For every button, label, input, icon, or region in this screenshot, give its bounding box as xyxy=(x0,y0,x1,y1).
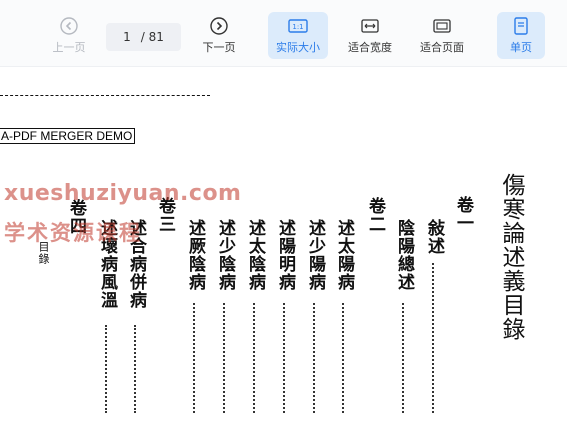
toc-entry: 陰陽總述 xyxy=(394,219,414,291)
total-pages: / 81 xyxy=(140,30,164,44)
watermark-text: 学术资源课程 xyxy=(4,221,142,245)
toc-entry: 敍述 xyxy=(424,219,444,255)
leader-dots xyxy=(313,303,315,413)
next-page-label: 下一页 xyxy=(202,41,236,54)
next-page-button[interactable]: 下一页 xyxy=(196,12,242,59)
toc-volume-2: 卷二 xyxy=(365,197,385,233)
toc-entry: 述太陰病 xyxy=(245,219,265,291)
leader-dots xyxy=(193,303,195,413)
prev-page-button[interactable]: 上一页 xyxy=(46,12,92,59)
actual-size-button[interactable]: 1:1 实际大小 xyxy=(268,12,328,59)
current-page-number[interactable]: 1 xyxy=(123,30,131,44)
leader-dots xyxy=(402,303,404,413)
leader-dots xyxy=(283,303,285,413)
prev-page-label: 上一页 xyxy=(52,41,86,54)
toc-entry: 述少陽病 xyxy=(305,219,325,291)
page-top-rule xyxy=(0,95,210,97)
toc-volume-1: 卷一 xyxy=(453,196,473,232)
watermark-url: xueshuziyuan.com xyxy=(4,181,242,206)
fit-width-label: 适合宽度 xyxy=(348,41,392,54)
viewer-toolbar: 上一页 1 / 81 下一页 1:1 实际大小 适合宽度 适合页面 单页 xyxy=(0,0,567,67)
fit-page-label: 适合页面 xyxy=(420,41,464,54)
fit-width-icon xyxy=(361,15,379,37)
fit-page-button[interactable]: 适合页面 xyxy=(412,12,472,59)
single-page-icon xyxy=(514,15,528,37)
leader-dots xyxy=(253,303,255,413)
fit-page-icon xyxy=(433,15,451,37)
document-page[interactable]: A-PDF MERGER DEMO 傷寒論述義目錄 卷一 敍述 陰陽總述 卷二 … xyxy=(0,67,567,423)
leader-dots xyxy=(342,303,344,413)
leader-dots xyxy=(105,325,107,413)
svg-text:1:1: 1:1 xyxy=(292,23,303,31)
fit-width-button[interactable]: 适合宽度 xyxy=(340,12,400,59)
page-indicator[interactable]: 1 / 81 xyxy=(106,23,181,51)
toc-entry: 述厥陰病 xyxy=(185,219,205,291)
demo-banner: A-PDF MERGER DEMO xyxy=(0,128,136,144)
single-page-button[interactable]: 单页 xyxy=(497,12,545,59)
actual-size-icon: 1:1 xyxy=(288,15,308,37)
single-page-label: 单页 xyxy=(510,41,532,54)
toc-entry: 述太陽病 xyxy=(334,219,354,291)
leader-dots xyxy=(134,325,136,413)
toc-entry: 述少陰病 xyxy=(215,219,235,291)
chevron-left-circle-icon xyxy=(60,15,78,37)
chevron-right-circle-icon xyxy=(210,15,228,37)
toc-entry: 述陽明病 xyxy=(275,219,295,291)
leader-dots xyxy=(223,303,225,413)
document-title: 傷寒論述義目錄 xyxy=(498,173,524,341)
leader-dots xyxy=(432,263,434,413)
actual-size-label: 实际大小 xyxy=(276,41,320,54)
